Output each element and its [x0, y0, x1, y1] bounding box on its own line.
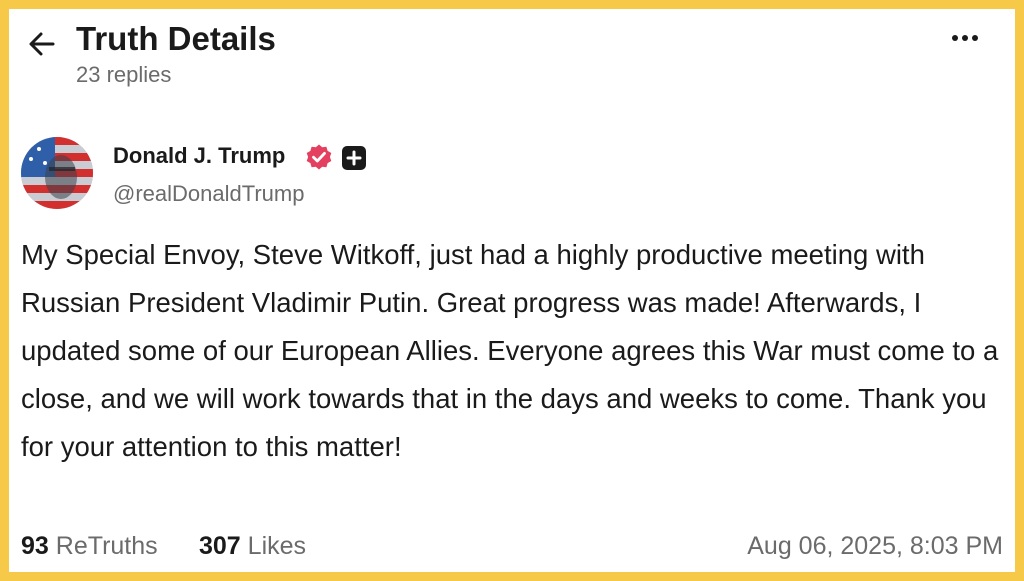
arrow-left-icon — [29, 32, 55, 56]
truth-details-card: Truth Details 23 replies Donald J. Trump — [9, 9, 1015, 572]
profile-picture — [21, 137, 93, 209]
post-text: My Special Envoy, Steve Witkoff, just ha… — [21, 239, 999, 462]
page-header: Truth Details 23 replies — [9, 9, 1015, 119]
plus-badge-icon — [342, 146, 366, 170]
avatar[interactable] — [21, 137, 93, 209]
author-handle[interactable]: @realDonaldTrump — [113, 179, 304, 209]
replies-count[interactable]: 23 replies — [76, 61, 171, 89]
retruths-count: 93 — [21, 532, 49, 560]
likes-label: Likes — [247, 532, 307, 560]
retruths-stat[interactable]: 93 ReTruths — [21, 528, 158, 564]
back-button[interactable] — [25, 27, 59, 61]
retruths-label: ReTruths — [55, 532, 158, 560]
post-footer: 93 ReTruths 307 Likes Aug 06, 2025, 8:03… — [21, 528, 1003, 564]
likes-count: 307 — [199, 532, 241, 560]
post-timestamp: Aug 06, 2025, 8:03 PM — [747, 532, 1003, 560]
page-title: Truth Details — [76, 20, 276, 57]
author-name[interactable]: Donald J. Trump — [113, 141, 285, 171]
more-horizontal-icon — [952, 35, 958, 41]
verified-badge-icon — [306, 144, 332, 170]
likes-stat[interactable]: 307 Likes — [199, 528, 306, 564]
more-options-button[interactable] — [945, 25, 985, 51]
